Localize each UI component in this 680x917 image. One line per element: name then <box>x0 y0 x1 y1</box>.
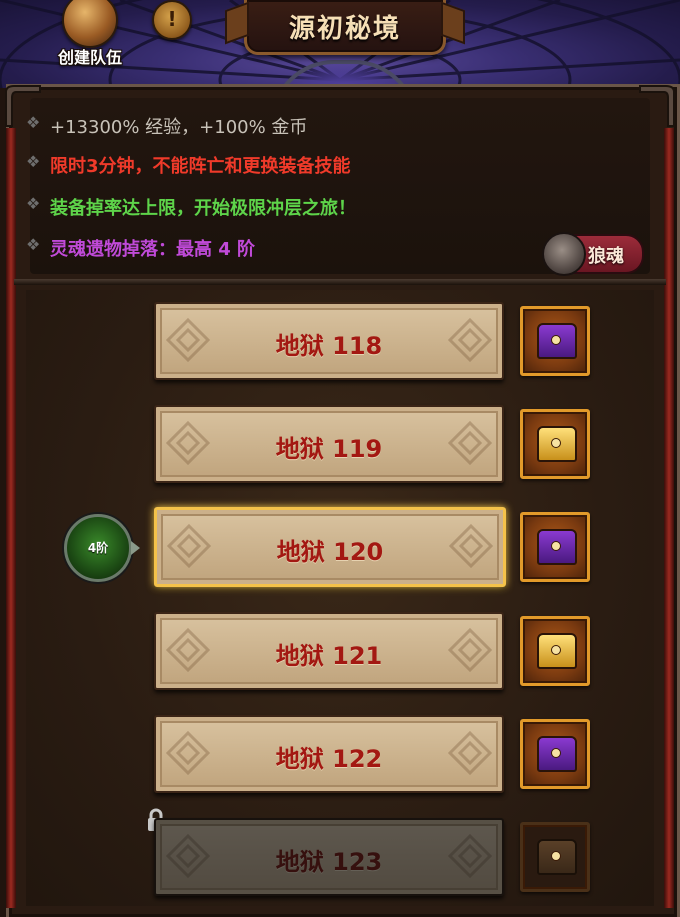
create-team-button[interactable]: 创建队伍 <box>40 0 150 72</box>
floor-button-121[interactable]: 地狱 121 <box>154 612 504 690</box>
reward-chest-123[interactable] <box>520 822 590 892</box>
floor-button-120[interactable]: 地狱 120 <box>154 507 506 587</box>
reward-chest-122[interactable] <box>520 719 590 789</box>
reward-chest-118[interactable] <box>520 306 590 376</box>
exp-bonus-text: +13300% 经验，+100% 金币 <box>50 117 308 138</box>
floor-label: 地狱 122 <box>275 745 383 773</box>
time-limit-text: 限时3分钟，不能阵亡和更换装备技能 <box>50 156 351 177</box>
wolf-soul-label: 狼魂 <box>588 246 624 267</box>
floor-label: 地狱 123 <box>275 848 383 876</box>
floor-button-123[interactable]: 地狱 123 <box>154 818 504 896</box>
locked-chest-icon <box>537 839 577 875</box>
gold-chest-icon <box>537 633 577 669</box>
helmet-icon <box>62 0 118 48</box>
title-plate: 源初秘境 <box>244 0 446 55</box>
exclamation-icon[interactable]: ! <box>152 0 192 40</box>
tier-label: 4阶 <box>87 541 109 555</box>
divider <box>14 279 666 285</box>
reward-chest-119[interactable] <box>520 409 590 479</box>
create-team-label: 创建队伍 <box>57 48 122 67</box>
floor-label: 地狱 121 <box>275 642 383 670</box>
floor-button-118[interactable]: 地狱 118 <box>154 302 504 380</box>
exp-bonus-line: ❖ +13300% 经验，+100% 金币 <box>26 113 308 139</box>
floor-button-119[interactable]: 地狱 119 <box>154 405 504 483</box>
floor-label: 地狱 118 <box>275 332 383 360</box>
drop-rate-text: 装备掉率达上限，开始极限冲层之旅！ <box>50 198 356 219</box>
purple-chest-icon <box>537 736 577 772</box>
bullet-icon: ❖ <box>26 152 41 171</box>
bullet-icon: ❖ <box>26 194 41 213</box>
wolf-head-icon <box>542 232 586 276</box>
right-rail <box>664 128 674 908</box>
floor-button-122[interactable]: 地狱 122 <box>154 715 504 793</box>
left-rail <box>6 128 16 908</box>
reward-chest-121[interactable] <box>520 616 590 686</box>
soul-relic-text: 灵魂遗物掉落：最高 4 阶 <box>50 239 256 260</box>
wolf-soul-button[interactable]: 狼魂 <box>542 232 644 276</box>
page-title: 源初秘境 <box>288 14 401 44</box>
purple-chest-icon <box>537 529 577 565</box>
floor-label: 地狱 120 <box>276 538 384 566</box>
floor-list-area <box>26 290 654 906</box>
time-limit-line: ❖ 限时3分钟，不能阵亡和更换装备技能 <box>26 152 351 178</box>
gold-chest-icon <box>537 426 577 462</box>
purple-chest-icon <box>537 323 577 359</box>
bullet-icon: ❖ <box>26 235 41 254</box>
reward-chest-120[interactable] <box>520 512 590 582</box>
soul-relic-line: ❖ 灵魂遗物掉落：最高 4 阶 <box>26 235 256 261</box>
drop-rate-line: ❖ 装备掉率达上限，开始极限冲层之旅！ <box>26 194 356 220</box>
floor-label: 地狱 119 <box>275 435 383 463</box>
header-banner: 创建队伍 ! 源初秘境 <box>0 0 680 88</box>
current-tier-badge: 4阶 <box>64 514 140 582</box>
bullet-icon: ❖ <box>26 113 41 132</box>
